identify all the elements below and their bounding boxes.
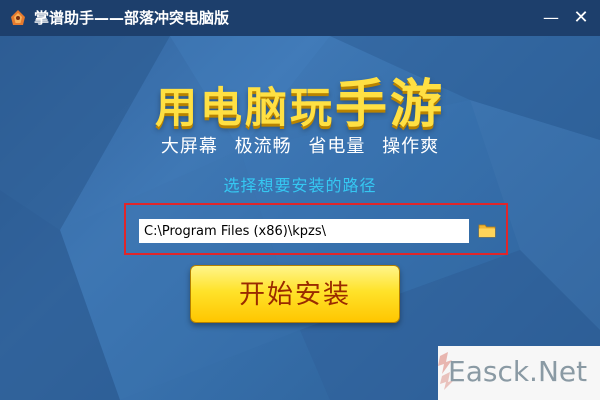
path-prompt: 选择想要安装的路径 xyxy=(223,176,377,195)
window-title: 掌谱助手——部落冲突电脑版 xyxy=(34,9,230,27)
close-icon: ✕ xyxy=(573,7,589,28)
install-path-input[interactable] xyxy=(139,219,469,243)
installer-window: 掌谱助手——部落冲突电脑版 — ✕ 用电脑玩手游 大屏幕 极流畅 省电量 操作爽… xyxy=(0,0,600,400)
headline-part2: 手游 xyxy=(335,75,446,135)
close-button[interactable]: ✕ xyxy=(568,6,594,30)
folder-icon[interactable] xyxy=(478,222,496,238)
start-install-button[interactable]: 开始安装 xyxy=(190,265,400,323)
headline-part1: 用电脑玩 xyxy=(154,83,335,132)
start-install-label: 开始安装 xyxy=(238,280,351,310)
minimize-button[interactable]: — xyxy=(538,6,564,30)
headline: 用电脑玩手游 xyxy=(0,62,600,137)
app-logo-icon xyxy=(11,10,25,25)
watermark-text: Easck.Net xyxy=(448,355,588,388)
title-bar: 掌谱助手——部落冲突电脑版 — ✕ xyxy=(0,0,600,36)
background-pattern xyxy=(0,36,600,400)
feature-line: 大屏幕 极流畅 省电量 操作爽 xyxy=(160,136,440,157)
minimize-icon: — xyxy=(543,8,559,27)
